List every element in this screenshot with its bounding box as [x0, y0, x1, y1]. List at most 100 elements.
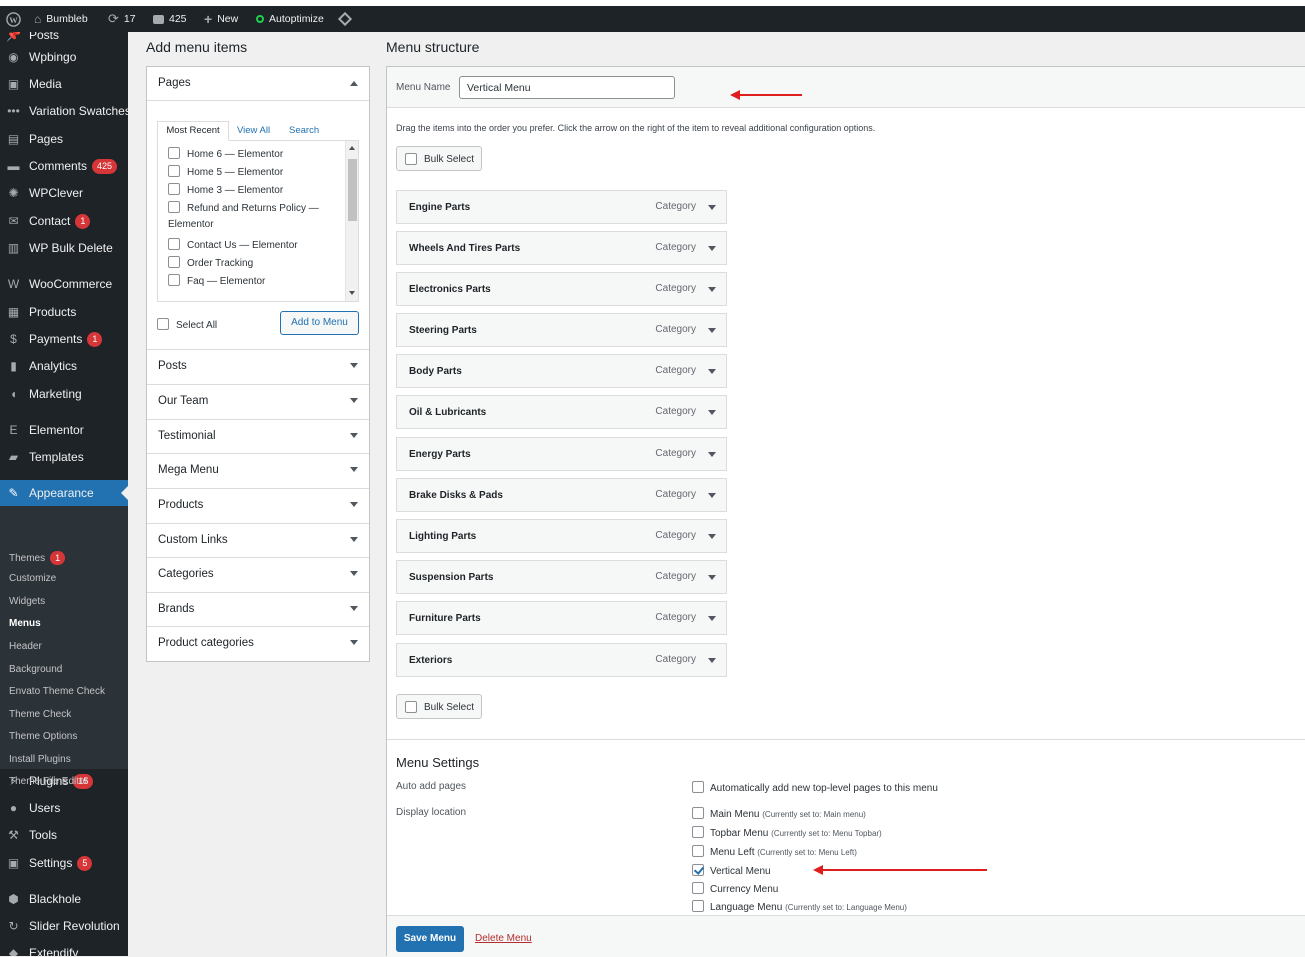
item-expand-arrow-icon[interactable] [708, 369, 716, 374]
submenu-item-install-plugins[interactable]: Install Plugins [9, 754, 71, 765]
menu-item[interactable]: Oil & Lubricants Category [396, 395, 727, 429]
checkbox[interactable] [168, 165, 180, 177]
checkbox[interactable] [168, 183, 180, 195]
pages-section-header[interactable]: Pages [147, 67, 369, 101]
sidebar-item-wp-bulk-delete[interactable]: ▥ WP Bulk Delete [0, 235, 128, 261]
page-list-item[interactable]: Faq — Elementor [168, 274, 265, 287]
sidebar-item-wpclever[interactable]: ✺ WPClever [0, 180, 128, 206]
checkbox[interactable] [405, 701, 417, 713]
item-expand-arrow-icon[interactable] [708, 452, 716, 457]
submenu-item-themes[interactable]: Themes 1 [9, 551, 66, 565]
submenu-item-header[interactable]: Header [9, 641, 42, 652]
accordion-section-categories[interactable]: Categories [147, 557, 369, 592]
checkbox[interactable] [168, 274, 180, 286]
checkbox[interactable] [692, 781, 704, 793]
menu-item[interactable]: Lighting Parts Category [396, 519, 727, 553]
submenu-item-menus[interactable]: Menus [9, 618, 41, 629]
checkbox[interactable] [168, 238, 180, 250]
location-currency-menu[interactable]: Currency Menu [692, 882, 778, 895]
sidebar-item-users[interactable]: ● Users [0, 795, 128, 821]
add-to-menu-button[interactable]: Add to Menu [280, 311, 359, 335]
scrollbar-thumb[interactable] [348, 159, 357, 221]
checkbox[interactable] [692, 882, 704, 894]
sidebar-item-woocommerce[interactable]: W WooCommerce [0, 271, 128, 297]
location-language-menu[interactable]: Language Menu (Currently set to: Languag… [692, 900, 907, 913]
item-expand-arrow-icon[interactable] [708, 246, 716, 251]
sidebar-item-analytics[interactable]: ▮ Analytics [0, 353, 128, 379]
sidebar-item-pages[interactable]: ▤ Pages [0, 126, 128, 152]
location-topbar-menu[interactable]: Topbar Menu (Currently set to: Menu Topb… [692, 826, 882, 839]
pages-list-scrollbar[interactable] [345, 141, 358, 301]
submenu-item-customize[interactable]: Customize [9, 573, 56, 584]
checkbox[interactable] [168, 256, 180, 268]
checkbox[interactable] [692, 845, 704, 857]
page-list-item[interactable]: Home 3 — Elementor [168, 183, 283, 196]
site-name-link[interactable]: ⌂ Bumbleb [34, 6, 88, 32]
location-main-menu[interactable]: Main Menu (Currently set to: Main menu) [692, 807, 866, 820]
item-expand-arrow-icon[interactable] [708, 534, 716, 539]
item-expand-arrow-icon[interactable] [708, 658, 716, 663]
page-list-item[interactable]: Contact Us — Elementor [168, 238, 298, 251]
sidebar-item-blackhole[interactable]: ⬢ Blackhole [0, 886, 128, 912]
menu-item[interactable]: Suspension Parts Category [396, 560, 727, 594]
accordion-section-testimonial[interactable]: Testimonial [147, 419, 369, 454]
sidebar-item-marketing[interactable]: ◖ Marketing [0, 381, 128, 407]
menu-item[interactable]: Body Parts Category [396, 354, 727, 388]
sidebar-item-settings[interactable]: ▣ Settings 5 [0, 850, 128, 876]
sidebar-item-appearance[interactable]: ✎ Appearance [0, 480, 128, 506]
sidebar-item-comments[interactable]: ▬ Comments 425 [0, 153, 128, 179]
checkbox[interactable] [692, 807, 704, 819]
scroll-up-arrow-icon[interactable] [349, 146, 355, 150]
checkbox[interactable] [157, 318, 169, 330]
item-expand-arrow-icon[interactable] [708, 328, 716, 333]
sidebar-item-payments[interactable]: $ Payments 1 [0, 326, 128, 352]
item-expand-arrow-icon[interactable] [708, 287, 716, 292]
menu-item[interactable]: Steering Parts Category [396, 313, 727, 347]
sidebar-item-contact[interactable]: ✉ Contact 1 [0, 208, 128, 234]
accordion-section-product-categories[interactable]: Product categories [147, 626, 369, 661]
item-expand-arrow-icon[interactable] [708, 410, 716, 415]
page-list-item[interactable]: Home 5 — Elementor [168, 165, 283, 178]
menu-item[interactable]: Brake Disks & Pads Category [396, 478, 727, 512]
scroll-down-arrow-icon[interactable] [349, 291, 355, 295]
bulk-select-bottom[interactable]: Bulk Select [396, 694, 482, 719]
submenu-item-theme-check[interactable]: Theme Check [9, 709, 71, 720]
checkbox[interactable] [168, 147, 180, 159]
submenu-item-widgets[interactable]: Widgets [9, 596, 45, 607]
sidebar-item-slider-revolution[interactable]: ↻ Slider Revolution [0, 913, 128, 939]
menu-item[interactable]: Energy Parts Category [396, 437, 727, 471]
delete-menu-link[interactable]: Delete Menu [475, 933, 532, 944]
menu-item[interactable]: Exteriors Category [396, 643, 727, 677]
submenu-item-theme-options[interactable]: Theme Options [9, 731, 77, 742]
updates-link[interactable]: ⟳ 17 [108, 6, 136, 32]
accordion-section-products[interactable]: Products [147, 488, 369, 523]
sidebar-item-elementor[interactable]: E Elementor [0, 417, 128, 443]
page-list-item[interactable]: Refund and Returns Policy — [168, 201, 319, 214]
accordion-section-posts[interactable]: Posts [147, 349, 369, 384]
comments-link[interactable]: 425 [153, 6, 187, 32]
sidebar-item-products[interactable]: ▦ Products [0, 299, 128, 325]
checkbox[interactable] [405, 153, 417, 165]
page-list-item[interactable]: Order Tracking [168, 256, 253, 269]
menu-item[interactable]: Furniture Parts Category [396, 601, 727, 635]
save-menu-button[interactable]: Save Menu [396, 926, 464, 952]
sidebar-item-templates[interactable]: ▰ Templates [0, 444, 128, 470]
accordion-section-custom-links[interactable]: Custom Links [147, 523, 369, 558]
location-menu-left[interactable]: Menu Left (Currently set to: Menu Left) [692, 845, 857, 858]
item-expand-arrow-icon[interactable] [708, 205, 716, 210]
submenu-item-envato-theme-check[interactable]: Envato Theme Check [9, 686, 105, 697]
accordion-section-mega-menu[interactable]: Mega Menu [147, 453, 369, 488]
menu-item[interactable]: Electronics Parts Category [396, 272, 727, 306]
menu-item[interactable]: Engine Parts Category [396, 190, 727, 224]
wordpress-logo-icon[interactable]: W [6, 6, 21, 32]
item-expand-arrow-icon[interactable] [708, 493, 716, 498]
item-expand-arrow-icon[interactable] [708, 616, 716, 621]
sidebar-item-extendify[interactable]: ◆ Extendify [0, 940, 128, 957]
tab-most-recent[interactable]: Most Recent [157, 121, 229, 141]
accordion-section-our-team[interactable]: Our Team [147, 384, 369, 419]
submenu-item-background[interactable]: Background [9, 664, 62, 675]
submenu-item-theme-file-editor[interactable]: Theme File Editor [9, 776, 88, 787]
auto-add-pages-checkbox[interactable]: Automatically add new top-level pages to… [692, 781, 938, 794]
diamond-icon[interactable] [337, 6, 353, 32]
checkbox[interactable] [168, 201, 180, 213]
